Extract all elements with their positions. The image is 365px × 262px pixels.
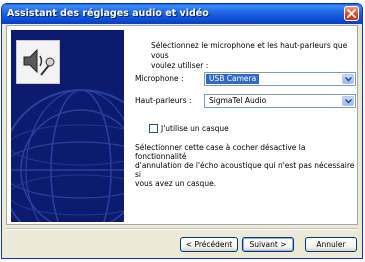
speaker-box bbox=[16, 40, 60, 84]
cancel-button[interactable]: Annuler bbox=[305, 237, 357, 252]
microphone-select[interactable]: USB Camera bbox=[204, 72, 356, 86]
speakers-label: Haut-parleurs : bbox=[135, 96, 192, 105]
microphone-dropdown-button[interactable] bbox=[342, 74, 354, 84]
description-line-2: d'annulation de l'écho acoustique qui n'… bbox=[135, 161, 355, 179]
speakers-select[interactable]: SigmaTel Audio bbox=[204, 94, 356, 108]
chevron-down-icon bbox=[345, 99, 352, 104]
previous-button[interactable]: < Précédent bbox=[180, 237, 238, 252]
chevron-down-icon bbox=[345, 77, 352, 82]
intro-line-1: Sélectionnez le microphone et les haut-p… bbox=[151, 41, 348, 60]
speaker-microphone-icon bbox=[23, 48, 55, 76]
description-line-3: vous avez un casque. bbox=[135, 179, 217, 188]
window-title: Assistant des réglages audio et vidéo bbox=[7, 8, 209, 19]
speakers-value: SigmaTel Audio bbox=[209, 96, 267, 105]
description-line-1: Sélectionner cette case à cocher désacti… bbox=[135, 143, 306, 161]
intro-line-2: voulez utiliser : bbox=[151, 61, 209, 70]
microphone-value: USB Camera bbox=[206, 74, 260, 84]
footer-separator bbox=[6, 228, 358, 230]
intro-text: Sélectionnez le microphone et les haut-p… bbox=[151, 41, 356, 71]
wizard-content: Sélectionnez le microphone et les haut-p… bbox=[6, 25, 358, 225]
microphone-label: Microphone : bbox=[135, 74, 184, 83]
speakers-dropdown-button[interactable] bbox=[342, 96, 354, 106]
headset-checkbox[interactable] bbox=[149, 124, 158, 133]
headset-label[interactable]: J'utilise un casque bbox=[161, 124, 229, 133]
close-button[interactable] bbox=[344, 6, 359, 21]
title-bar: Assistant des réglages audio et vidéo bbox=[2, 4, 362, 24]
next-button[interactable]: Suivant > bbox=[242, 237, 294, 252]
dialog-window: Assistant des réglages audio et vidéo Sé… bbox=[1, 3, 363, 259]
close-icon bbox=[347, 9, 356, 18]
side-image-panel bbox=[11, 30, 124, 222]
headset-description: Sélectionner cette case à cocher désacti… bbox=[135, 143, 357, 188]
